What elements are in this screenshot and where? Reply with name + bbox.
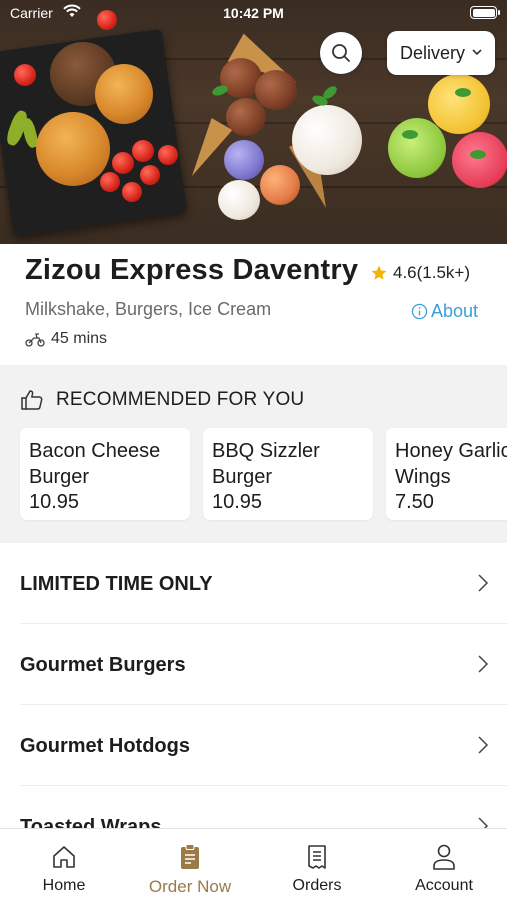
chevron-right-icon	[478, 655, 489, 673]
recommended-section: RECOMMENDED FOR YOU Bacon Cheese Burger …	[0, 365, 507, 543]
recommended-header: RECOMMENDED FOR YOU	[20, 389, 304, 411]
recommended-item-card[interactable]: Honey Garlic Wings 7.50	[386, 428, 507, 520]
category-label: LIMITED TIME ONLY	[20, 573, 213, 595]
battery-icon	[470, 6, 500, 19]
info-icon	[411, 303, 428, 320]
restaurant-rating: 4.6(1.5k+)	[370, 263, 470, 283]
category-row-gourmet-hotdogs[interactable]: Gourmet Hotdogs	[20, 705, 507, 786]
tab-label: Order Now	[148, 877, 232, 896]
chevron-right-icon	[478, 574, 489, 592]
cuisine-list: Milkshake, Burgers, Ice Cream	[25, 299, 272, 319]
item-name-line2: Wings	[395, 466, 451, 488]
tab-home[interactable]: Home	[9, 843, 119, 895]
status-bar: Carrier 10:42 PM	[0, 0, 507, 26]
order-icon	[181, 844, 199, 869]
tab-order-now[interactable]: Order Now	[135, 843, 245, 897]
search-button[interactable]	[320, 32, 362, 74]
tab-label: Orders	[292, 877, 342, 894]
about-link[interactable]: About	[411, 301, 478, 322]
delivery-time-value: 45 mins	[51, 330, 108, 347]
category-label: Gourmet Hotdogs	[20, 735, 190, 757]
item-name-line2: Burger	[29, 466, 90, 488]
delivery-mode-dropdown[interactable]: Delivery	[387, 31, 495, 75]
item-price: 10.95	[212, 491, 263, 513]
category-row-gourmet-burgers[interactable]: Gourmet Burgers	[20, 624, 507, 705]
recommended-title: RECOMMENDED FOR YOU	[56, 389, 305, 410]
delivery-time: 45 mins	[25, 330, 107, 348]
item-name-line1: Bacon Cheese	[29, 440, 161, 462]
bottom-tab-bar: Home Order Now Orders Account	[0, 828, 507, 900]
chevron-down-icon	[472, 49, 482, 56]
item-price: 10.95	[29, 491, 80, 513]
tab-account[interactable]: Account	[389, 843, 499, 895]
menu-category-list: LIMITED TIME ONLY Gourmet Burgers Gourme…	[0, 543, 507, 867]
item-price: 7.50	[395, 491, 434, 513]
about-label: About	[431, 301, 479, 321]
tab-label: Account	[415, 877, 473, 894]
tab-orders[interactable]: Orders	[262, 843, 372, 895]
item-name-line1: BBQ Sizzler	[212, 440, 320, 462]
account-icon	[433, 844, 455, 870]
rating-value: 4.6(1.5k+)	[393, 263, 471, 282]
home-icon	[53, 846, 75, 868]
receipt-icon	[308, 845, 326, 869]
restaurant-name: Zizou Express Daventry	[25, 254, 359, 286]
category-label: Gourmet Burgers	[20, 654, 186, 676]
delivery-mode-label: Delivery	[400, 42, 466, 63]
item-name-line1: Honey Garlic	[395, 440, 507, 462]
thumbs-up-icon	[21, 390, 43, 410]
category-row-limited-time[interactable]: LIMITED TIME ONLY	[20, 543, 507, 624]
recommended-item-card[interactable]: Bacon Cheese Burger 10.95	[20, 428, 190, 520]
recommended-item-card[interactable]: BBQ Sizzler Burger 10.95	[203, 428, 373, 520]
scooter-icon	[25, 333, 45, 347]
restaurant-info: Zizou Express Daventry 4.6(1.5k+) Milksh…	[0, 244, 507, 365]
chevron-right-icon	[478, 736, 489, 754]
star-icon	[371, 265, 387, 280]
tab-label: Home	[42, 877, 86, 894]
clock: 10:42 PM	[223, 5, 284, 21]
search-icon	[332, 44, 350, 62]
item-name-line2: Burger	[212, 466, 273, 488]
